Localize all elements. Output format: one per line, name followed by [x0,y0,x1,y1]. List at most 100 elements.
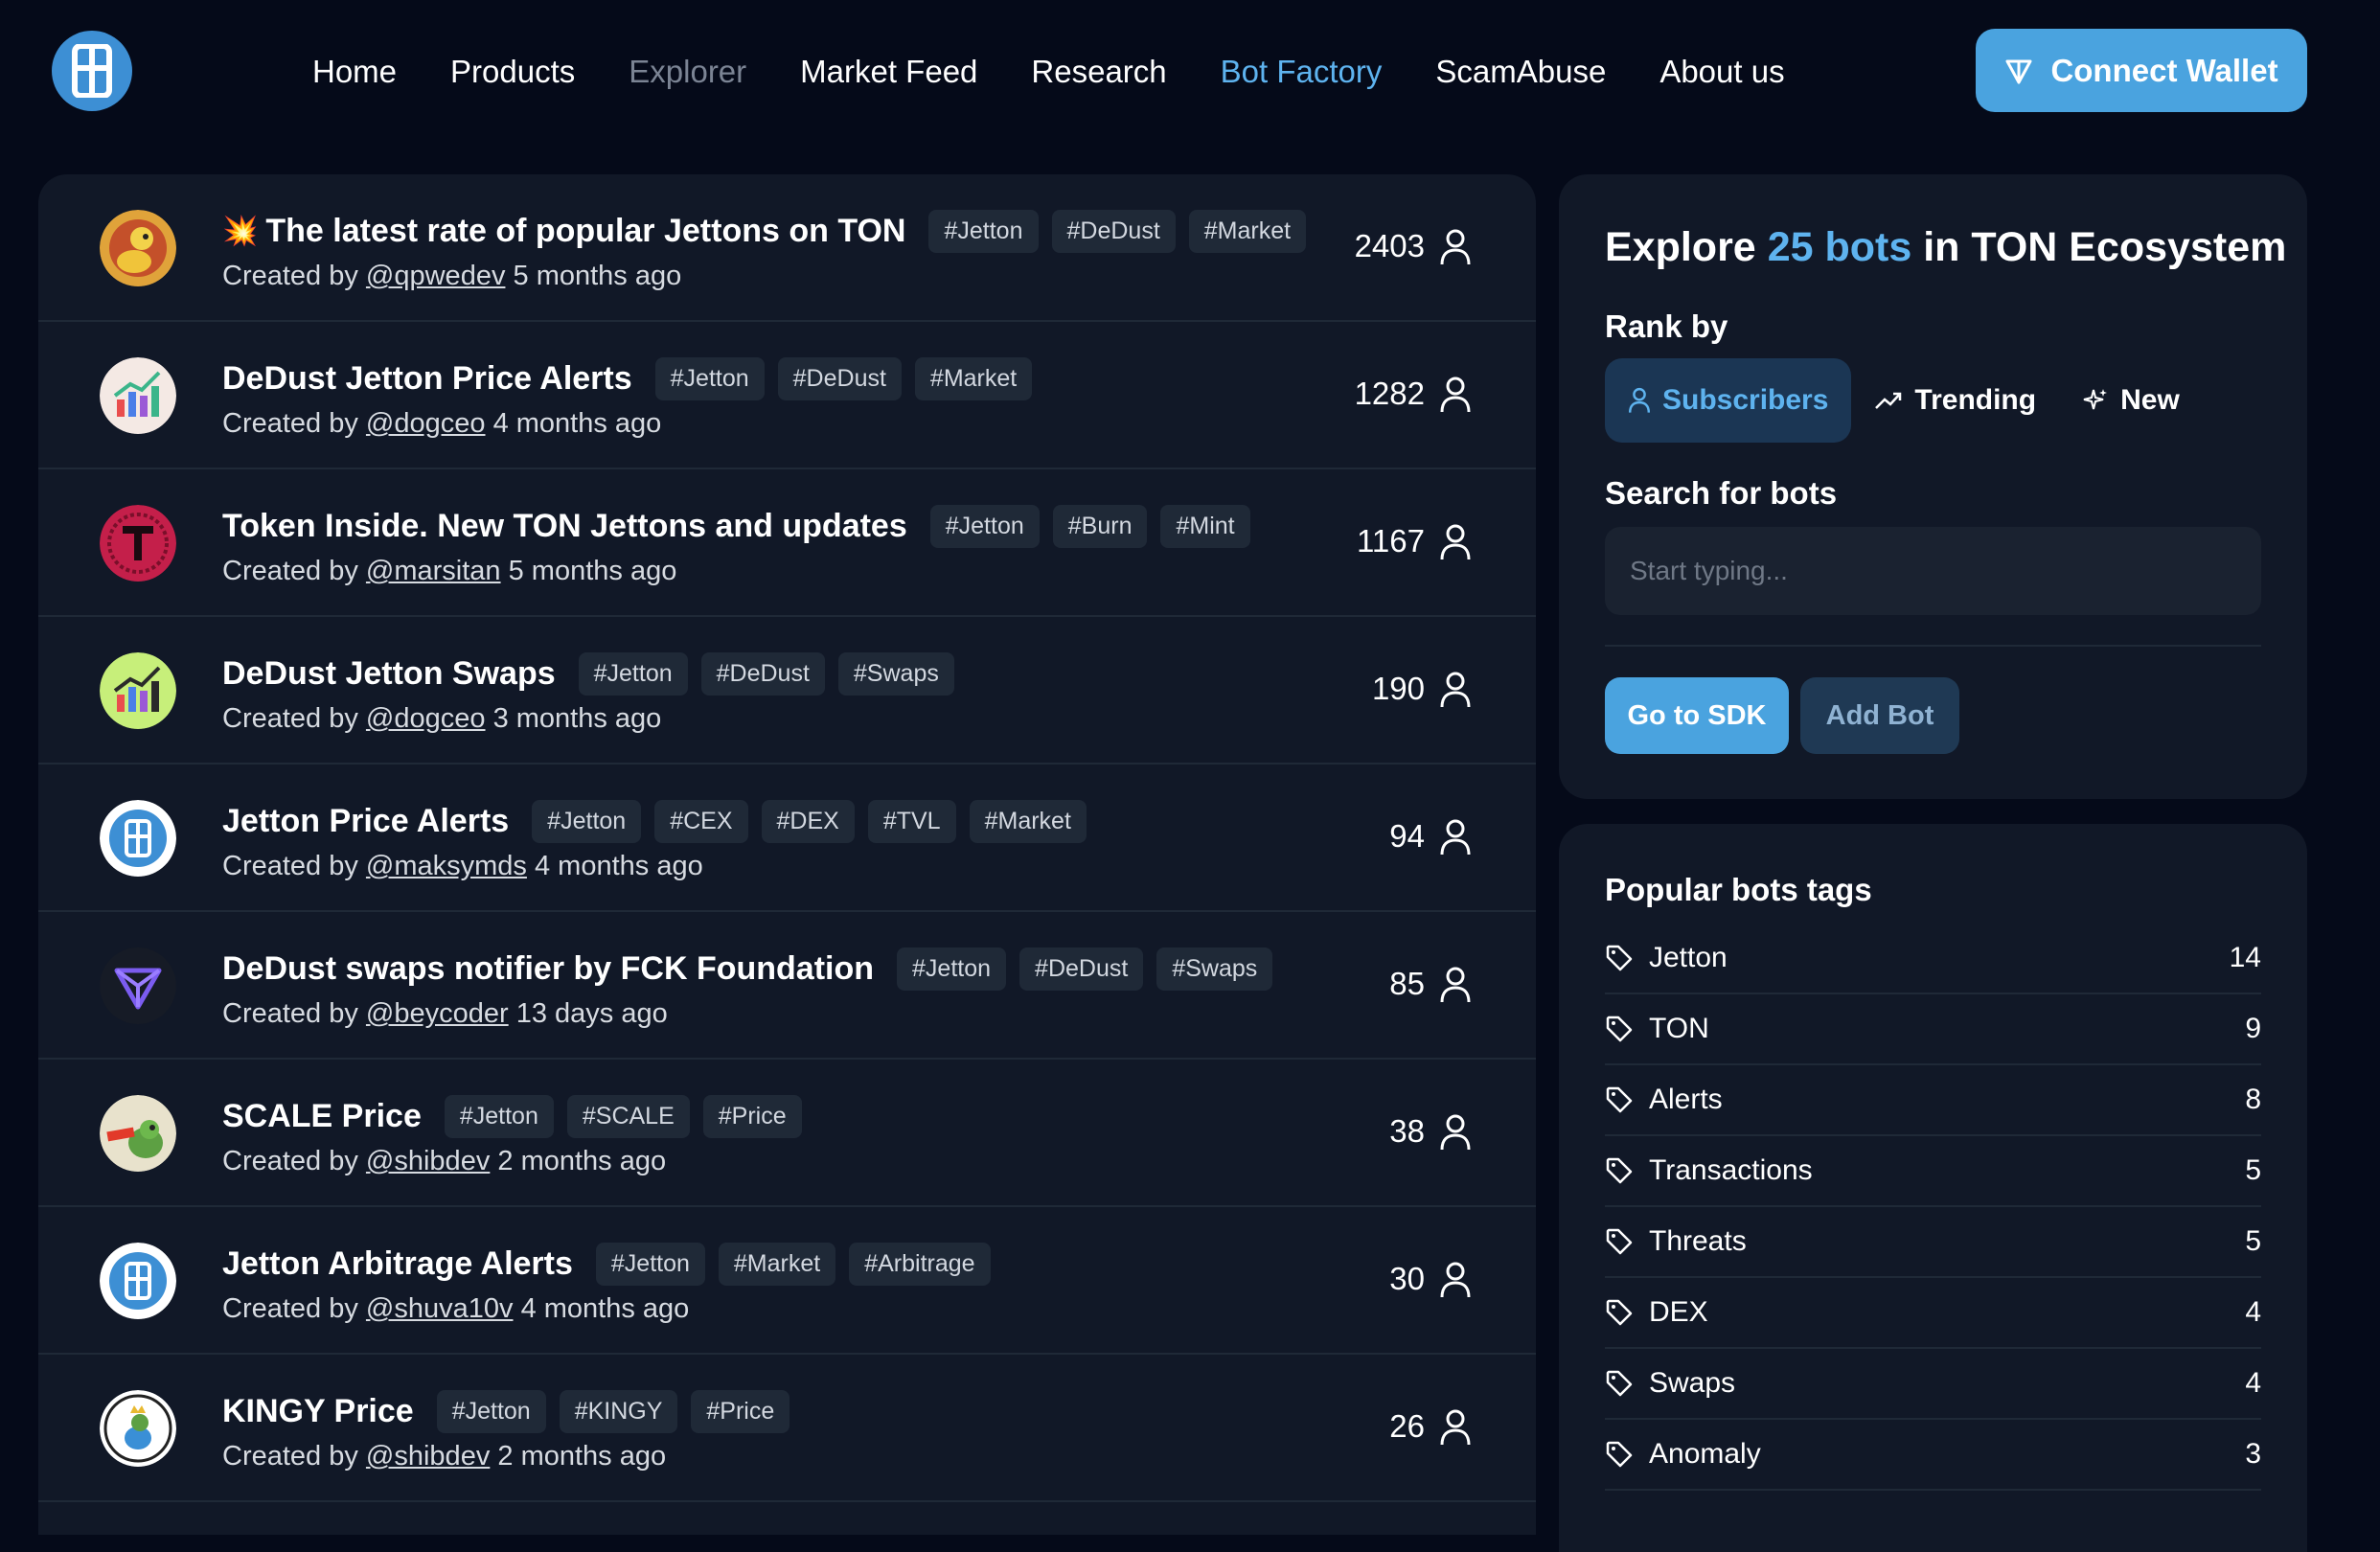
nav-scamabuse[interactable]: ScamAbuse [1435,54,1606,90]
bot-row[interactable]: DeDust swaps notifier by FCK Foundation … [38,912,1536,1060]
add-bot-button[interactable]: Add Bot [1800,677,1959,754]
bot-row[interactable]: 💥 The latest rate of popular Jettons on … [38,174,1536,322]
bot-title[interactable]: Jetton Arbitrage Alerts [222,1245,573,1283]
bot-search-input[interactable] [1605,527,2261,615]
bot-tag[interactable]: #Market [914,356,1033,400]
bot-tag[interactable]: #DeDust [1051,209,1176,253]
bot-tag[interactable]: #Mint [1160,504,1250,548]
bot-author-link[interactable]: @qpwedev [366,261,506,291]
bot-title[interactable]: KINGY Price [222,1393,414,1430]
rank-by-label: Rank by [1605,308,1728,344]
nav-bot-factory[interactable]: Bot Factory [1221,54,1383,90]
bot-tag[interactable]: #Jetton [595,1242,705,1286]
popular-tag-item[interactable]: Threats 5 [1605,1207,2261,1278]
tag-icon [1606,1157,1633,1184]
rank-tab-trending[interactable]: Trending [1851,358,2059,443]
site-logo[interactable] [52,31,132,111]
bot-tag[interactable]: #DeDust [1019,947,1144,991]
bot-tag[interactable]: #Jetton [654,356,765,400]
bot-age: 4 months ago [520,1293,690,1324]
bot-author-link[interactable]: @dogceo [366,408,486,439]
tag-icon [1606,1086,1633,1113]
popular-tag-item[interactable]: Swaps 4 [1605,1349,2261,1420]
rank-tab-label: Subscribers [1662,384,1829,416]
tag-icon [1606,1016,1633,1042]
popular-tag-item[interactable]: Jetton 14 [1605,924,2261,994]
popular-tag-item[interactable]: TON 9 [1605,994,2261,1065]
bot-tag[interactable]: #Jetton [532,799,642,843]
bot-tag[interactable]: #Swaps [837,651,954,696]
go-to-sdk-button[interactable]: Go to SDK [1605,677,1789,754]
nav-products[interactable]: Products [450,54,575,90]
user-icon [1440,1262,1471,1298]
nav-market-feed[interactable]: Market Feed [800,54,977,90]
bot-author-link[interactable]: @marsitan [366,556,501,586]
bot-author-link[interactable]: @beycoder [366,998,509,1029]
bot-tag[interactable]: #DEX [761,799,855,843]
subscriber-count: 85 [1389,966,1425,1001]
popular-tag-item[interactable]: Anomaly 3 [1605,1420,2261,1491]
bot-row[interactable]: KINGY Price #Jetton #KINGY #Price Create… [38,1355,1536,1502]
nav-explorer[interactable]: Explorer [629,54,746,90]
explore-panel: Explore 25 bots in TON Ecosystem Rank by… [1559,174,2307,799]
bot-author-link[interactable]: @dogceo [366,703,486,734]
bot-title[interactable]: DeDust Jetton Swaps [222,655,556,693]
bot-title[interactable]: Token Inside. New TON Jettons and update… [222,508,907,545]
connect-wallet-button[interactable]: Connect Wallet [1976,29,2307,112]
nav-research[interactable]: Research [1031,54,1166,90]
bot-tag[interactable]: #CEX [654,799,748,843]
bot-tag[interactable]: #Price [702,1094,802,1138]
bot-row[interactable]: SCALE Price #Jetton #SCALE #Price Create… [38,1060,1536,1207]
bot-tag[interactable]: #Market [1188,209,1307,253]
bot-title[interactable]: The latest rate of popular Jettons on TO… [265,213,905,250]
tag-count: 14 [2229,942,2261,973]
bot-author-link[interactable]: @maksymds [366,851,527,881]
rank-tab-label: New [2120,384,2180,416]
tag-name: Threats [1649,1225,1747,1257]
bot-title[interactable]: Jetton Price Alerts [222,803,509,840]
bot-title[interactable]: DeDust swaps notifier by FCK Foundation [222,950,874,988]
bot-tag[interactable]: #Jetton [897,947,1007,991]
bot-tag[interactable]: #Jetton [929,504,1040,548]
bot-tag[interactable]: #Swaps [1156,947,1273,991]
bot-tag[interactable]: #Market [718,1242,836,1286]
bot-avatar [100,800,176,877]
bot-row[interactable]: Jetton Price Alerts #Jetton #CEX #DEX #T… [38,765,1536,912]
bot-tag[interactable]: #Burn [1052,504,1148,548]
bot-meta: Created by @qpwedev 5 months ago [222,261,681,292]
rank-tab-new[interactable]: New [2059,358,2203,443]
bot-tag[interactable]: #Jetton [444,1094,554,1138]
bot-row[interactable]: DeDust Jetton Swaps #Jetton #DeDust #Swa… [38,617,1536,765]
tag-icon [1606,1228,1633,1255]
bot-author-link[interactable]: @shuva10v [366,1293,514,1324]
bot-tag[interactable]: #Jetton [928,209,1039,253]
bot-tag[interactable]: #DeDust [700,651,825,696]
nav-home[interactable]: Home [312,54,397,90]
bot-tag[interactable]: #Jetton [578,651,688,696]
logo-icon [72,44,112,98]
bot-tag[interactable]: #Jetton [436,1389,546,1433]
rank-tab-subscribers[interactable]: Subscribers [1605,358,1852,443]
bot-row[interactable]: DeDust Jetton Price Alerts #Jetton #DeDu… [38,322,1536,469]
bot-tag[interactable]: #SCALE [566,1094,690,1138]
bot-row[interactable]: Token Inside. New TON Jettons and update… [38,469,1536,617]
bot-author-link[interactable]: @shibdev [366,1146,490,1176]
popular-tag-item[interactable]: DEX 4 [1605,1278,2261,1349]
bot-tag[interactable]: #TVL [867,799,956,843]
bot-age: 13 days ago [515,998,668,1029]
popular-tag-item[interactable]: Transactions 5 [1605,1136,2261,1207]
tag-name: Alerts [1649,1084,1723,1115]
bot-title[interactable]: DeDust Jetton Price Alerts [222,360,632,398]
bot-tag[interactable]: #DeDust [777,356,902,400]
bot-author-link[interactable]: @shibdev [366,1441,490,1472]
bot-avatar [100,947,176,1024]
tag-count: 5 [2245,1225,2261,1257]
bot-row[interactable]: Jetton Arbitrage Alerts #Jetton #Market … [38,1207,1536,1355]
bot-tag[interactable]: #Market [969,799,1087,843]
bot-tag[interactable]: #KINGY [559,1389,678,1433]
bot-title[interactable]: SCALE Price [222,1098,422,1135]
bot-tag[interactable]: #Arbitrage [849,1242,991,1286]
nav-about-us[interactable]: About us [1659,54,1784,90]
bot-tag[interactable]: #Price [691,1389,790,1433]
popular-tag-item[interactable]: Alerts 8 [1605,1065,2261,1136]
